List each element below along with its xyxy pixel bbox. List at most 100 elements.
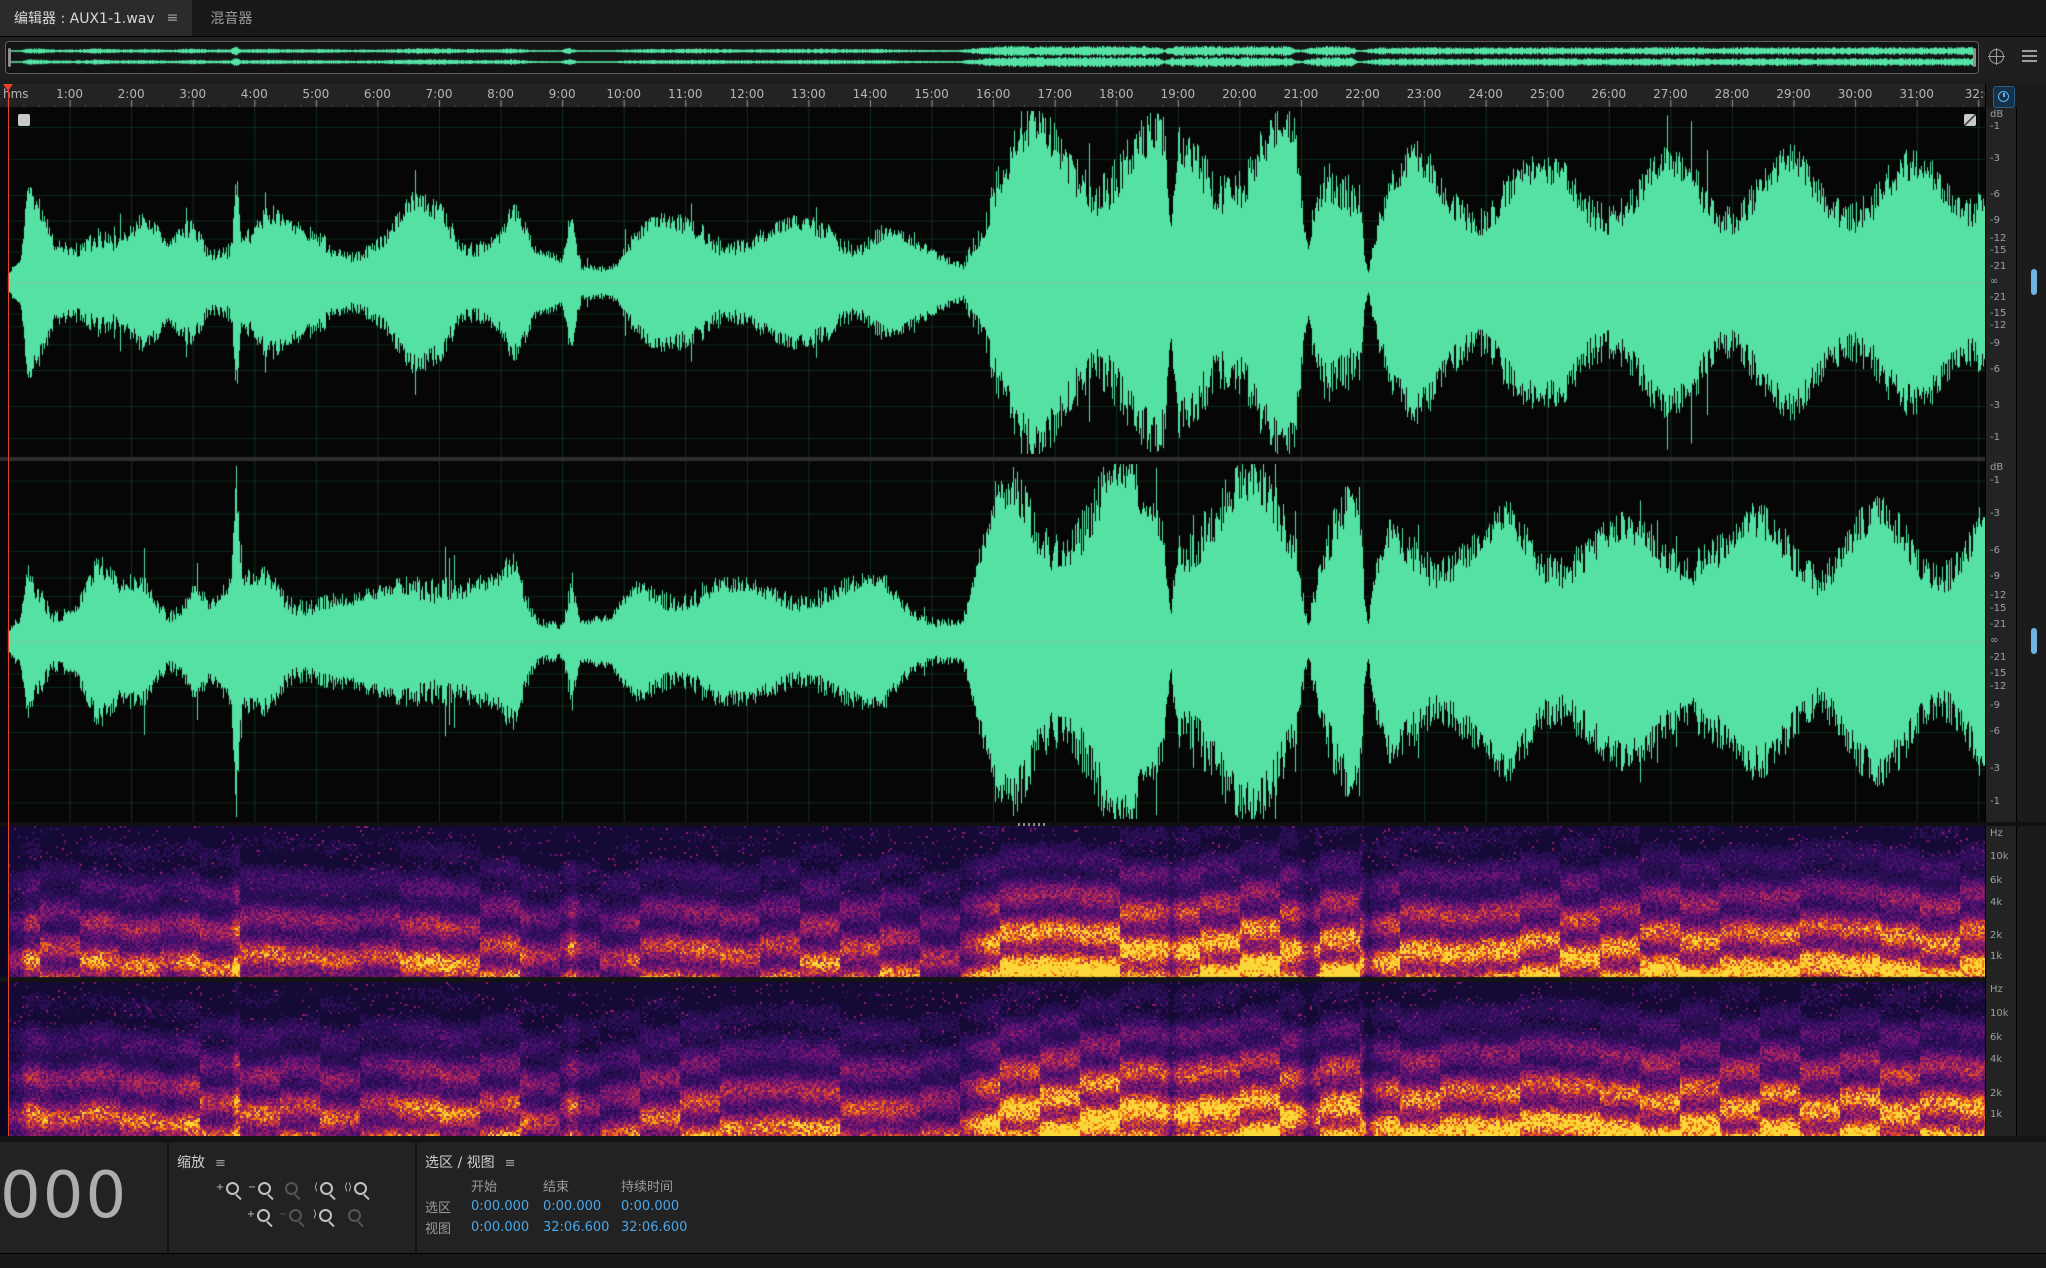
db-scale-title: dB <box>1990 109 2003 120</box>
selection-value[interactable]: 0:00.000 <box>471 1220 543 1235</box>
ruler-minute-label: 16:00 <box>976 87 1011 101</box>
ruler-minute-label: 2:00 <box>118 87 145 101</box>
clock-icon[interactable] <box>1993 86 2015 108</box>
zoom-sign-glyph: ⟩ <box>313 1210 317 1220</box>
magnifier-icon <box>289 1209 302 1222</box>
frequency-hz-ruler[interactable]: Hz10k6k4k2k1kHz10k6k4k2k1k <box>1985 826 2017 1136</box>
ruler-minute-label: 23:00 <box>1407 87 1442 101</box>
zoom-buttons-row-1: +− ⟨ ⟨⟩ <box>214 1177 374 1199</box>
spectrogram-display[interactable] <box>0 826 1985 1136</box>
ruler-minute-label: 28:00 <box>1715 87 1750 101</box>
amplitude-db-ruler[interactable]: dB-1-1-3-3-6-6-9-9-12-12-15-15-21-21∞dB-… <box>1985 108 2017 822</box>
panel-divider <box>167 1142 169 1254</box>
amplitude-scroll-handle-right[interactable] <box>2031 628 2037 654</box>
tab-editor[interactable]: 编辑器 : AUX1-1.wav ≡ <box>0 0 192 36</box>
edit-corner-icon-left[interactable] <box>18 114 30 126</box>
playhead-line[interactable] <box>8 84 9 1136</box>
db-tick-label: -21 <box>1990 619 2006 630</box>
crosshair-icon[interactable] <box>1989 49 2004 64</box>
zoom-panel-menu-icon[interactable]: ≡ <box>215 1156 226 1171</box>
selection-value[interactable]: 32:06.600 <box>621 1220 721 1235</box>
ruler-minute-label: 17:00 <box>1037 87 1072 101</box>
column-header: 开始 <box>471 1176 543 1195</box>
overview-waveform[interactable] <box>9 44 1973 69</box>
ruler-minute-label: 15:00 <box>914 87 949 101</box>
zoom-out-amplitude-button[interactable]: − <box>277 1204 304 1226</box>
tab-mixer[interactable]: 混音器 <box>192 0 270 36</box>
panel-menu-icon[interactable]: ≡ <box>167 10 179 26</box>
clock-face-icon <box>1998 91 2009 102</box>
hz-tick-label: 1k <box>1990 951 2002 962</box>
db-tick-label: -6 <box>1990 189 2000 200</box>
hz-tick-label: 4k <box>1990 897 2002 908</box>
waveform-display[interactable] <box>0 108 1985 822</box>
zoom-in-amplitude-button[interactable]: + <box>245 1204 272 1226</box>
magnifier-icon <box>348 1209 361 1222</box>
db-tick-label: -21 <box>1990 652 2006 663</box>
time-display[interactable]: 000 <box>0 1164 128 1228</box>
overview-left-handle[interactable] <box>8 48 11 67</box>
db-tick-label: -1 <box>1990 475 2000 486</box>
selection-value[interactable]: 32:06.600 <box>543 1220 621 1235</box>
ruler-minute-label: 4:00 <box>241 87 268 101</box>
hz-scale-title: Hz <box>1990 984 2003 995</box>
zoom-out-time-button[interactable]: − <box>246 1177 273 1199</box>
selection-value[interactable]: 0:00.000 <box>543 1199 621 1214</box>
selection-view-table: 开始结束持续时间选区0:00.0000:00.0000:00.000视图0:00… <box>425 1175 721 1238</box>
frequency-zoom-strip[interactable] <box>2016 826 2046 1136</box>
db-tick-label: -21 <box>1990 292 2006 303</box>
zoom-in-time-button[interactable]: + <box>214 1177 241 1199</box>
zoom-sign-glyph: ⟨⟩ <box>344 1183 352 1193</box>
ruler-minute-label: 18:00 <box>1099 87 1134 101</box>
zoom-out-full-button[interactable] <box>278 1177 305 1199</box>
hz-tick-label: 2k <box>1990 1088 2002 1099</box>
tab-mixer-label: 混音器 <box>210 8 252 28</box>
timeline-ruler[interactable]: hms 1:002:003:004:005:006:007:008:009:00… <box>0 84 2046 109</box>
selection-value[interactable]: 0:00.000 <box>471 1199 543 1214</box>
row-label: 选区 <box>425 1197 471 1216</box>
zoom-in-left-edge-button[interactable]: ⟨ <box>310 1177 337 1199</box>
db-tick-label: -9 <box>1990 215 2000 226</box>
db-tick-label: -9 <box>1990 700 2000 711</box>
magnifier-icon <box>258 1182 271 1195</box>
panel-tab-bar: 编辑器 : AUX1-1.wav ≡ 混音器 <box>0 0 2046 37</box>
ruler-minute-label: 19:00 <box>1161 87 1196 101</box>
zoom-sign-glyph: ⟨ <box>314 1183 318 1193</box>
zoom-to-selection-button[interactable]: ⟨⟩ <box>342 1177 369 1199</box>
column-header: 持续时间 <box>621 1176 721 1195</box>
zoom-reset-button[interactable] <box>341 1204 368 1226</box>
amplitude-zoom-strip[interactable] <box>2016 108 2046 822</box>
ruler-minute-label: 10:00 <box>606 87 641 101</box>
magnifier-icon <box>319 1209 332 1222</box>
zoom-buttons-row-2: +−⟩ <box>245 1204 373 1226</box>
magnifier-icon <box>320 1182 333 1195</box>
selection-panel-menu-icon[interactable]: ≡ <box>505 1156 516 1171</box>
overview-right-handle[interactable] <box>1973 48 1976 67</box>
playhead-handle[interactable] <box>3 84 13 91</box>
hz-tick-label: 4k <box>1990 1054 2002 1065</box>
db-center-label: ∞ <box>1990 276 1998 287</box>
tab-editor-label: 编辑器 : AUX1-1.wav <box>14 8 155 28</box>
selection-value[interactable]: 0:00.000 <box>621 1199 721 1214</box>
db-tick-label: -15 <box>1990 668 2006 679</box>
settings-sliders-icon[interactable] <box>2022 50 2037 62</box>
ruler-minute-label: 27:00 <box>1653 87 1688 101</box>
file-overview-strip[interactable] <box>5 41 1979 74</box>
ruler-minute-label: 1:00 <box>56 87 83 101</box>
db-scale-title: dB <box>1990 462 2003 473</box>
zoom-panel-title-label: 缩放 <box>177 1155 205 1171</box>
db-tick-label: -6 <box>1990 545 2000 556</box>
db-tick-label: -1 <box>1990 432 2000 443</box>
amplitude-scroll-handle-left[interactable] <box>2031 269 2037 295</box>
edit-corner-icon-right[interactable] <box>1964 114 1976 126</box>
db-tick-label: -3 <box>1990 763 2000 774</box>
db-tick-label: -9 <box>1990 338 2000 349</box>
zoom-in-right-edge-button[interactable]: ⟩ <box>309 1204 336 1226</box>
hz-tick-label: 10k <box>1990 851 2009 862</box>
ruler-minute-label: 29:00 <box>1776 87 1811 101</box>
magnifier-icon <box>226 1182 239 1195</box>
ruler-minute-label: 30:00 <box>1838 87 1873 101</box>
row-label: 视图 <box>425 1218 471 1237</box>
db-tick-label: -15 <box>1990 603 2006 614</box>
db-tick-label: -1 <box>1990 121 2000 132</box>
